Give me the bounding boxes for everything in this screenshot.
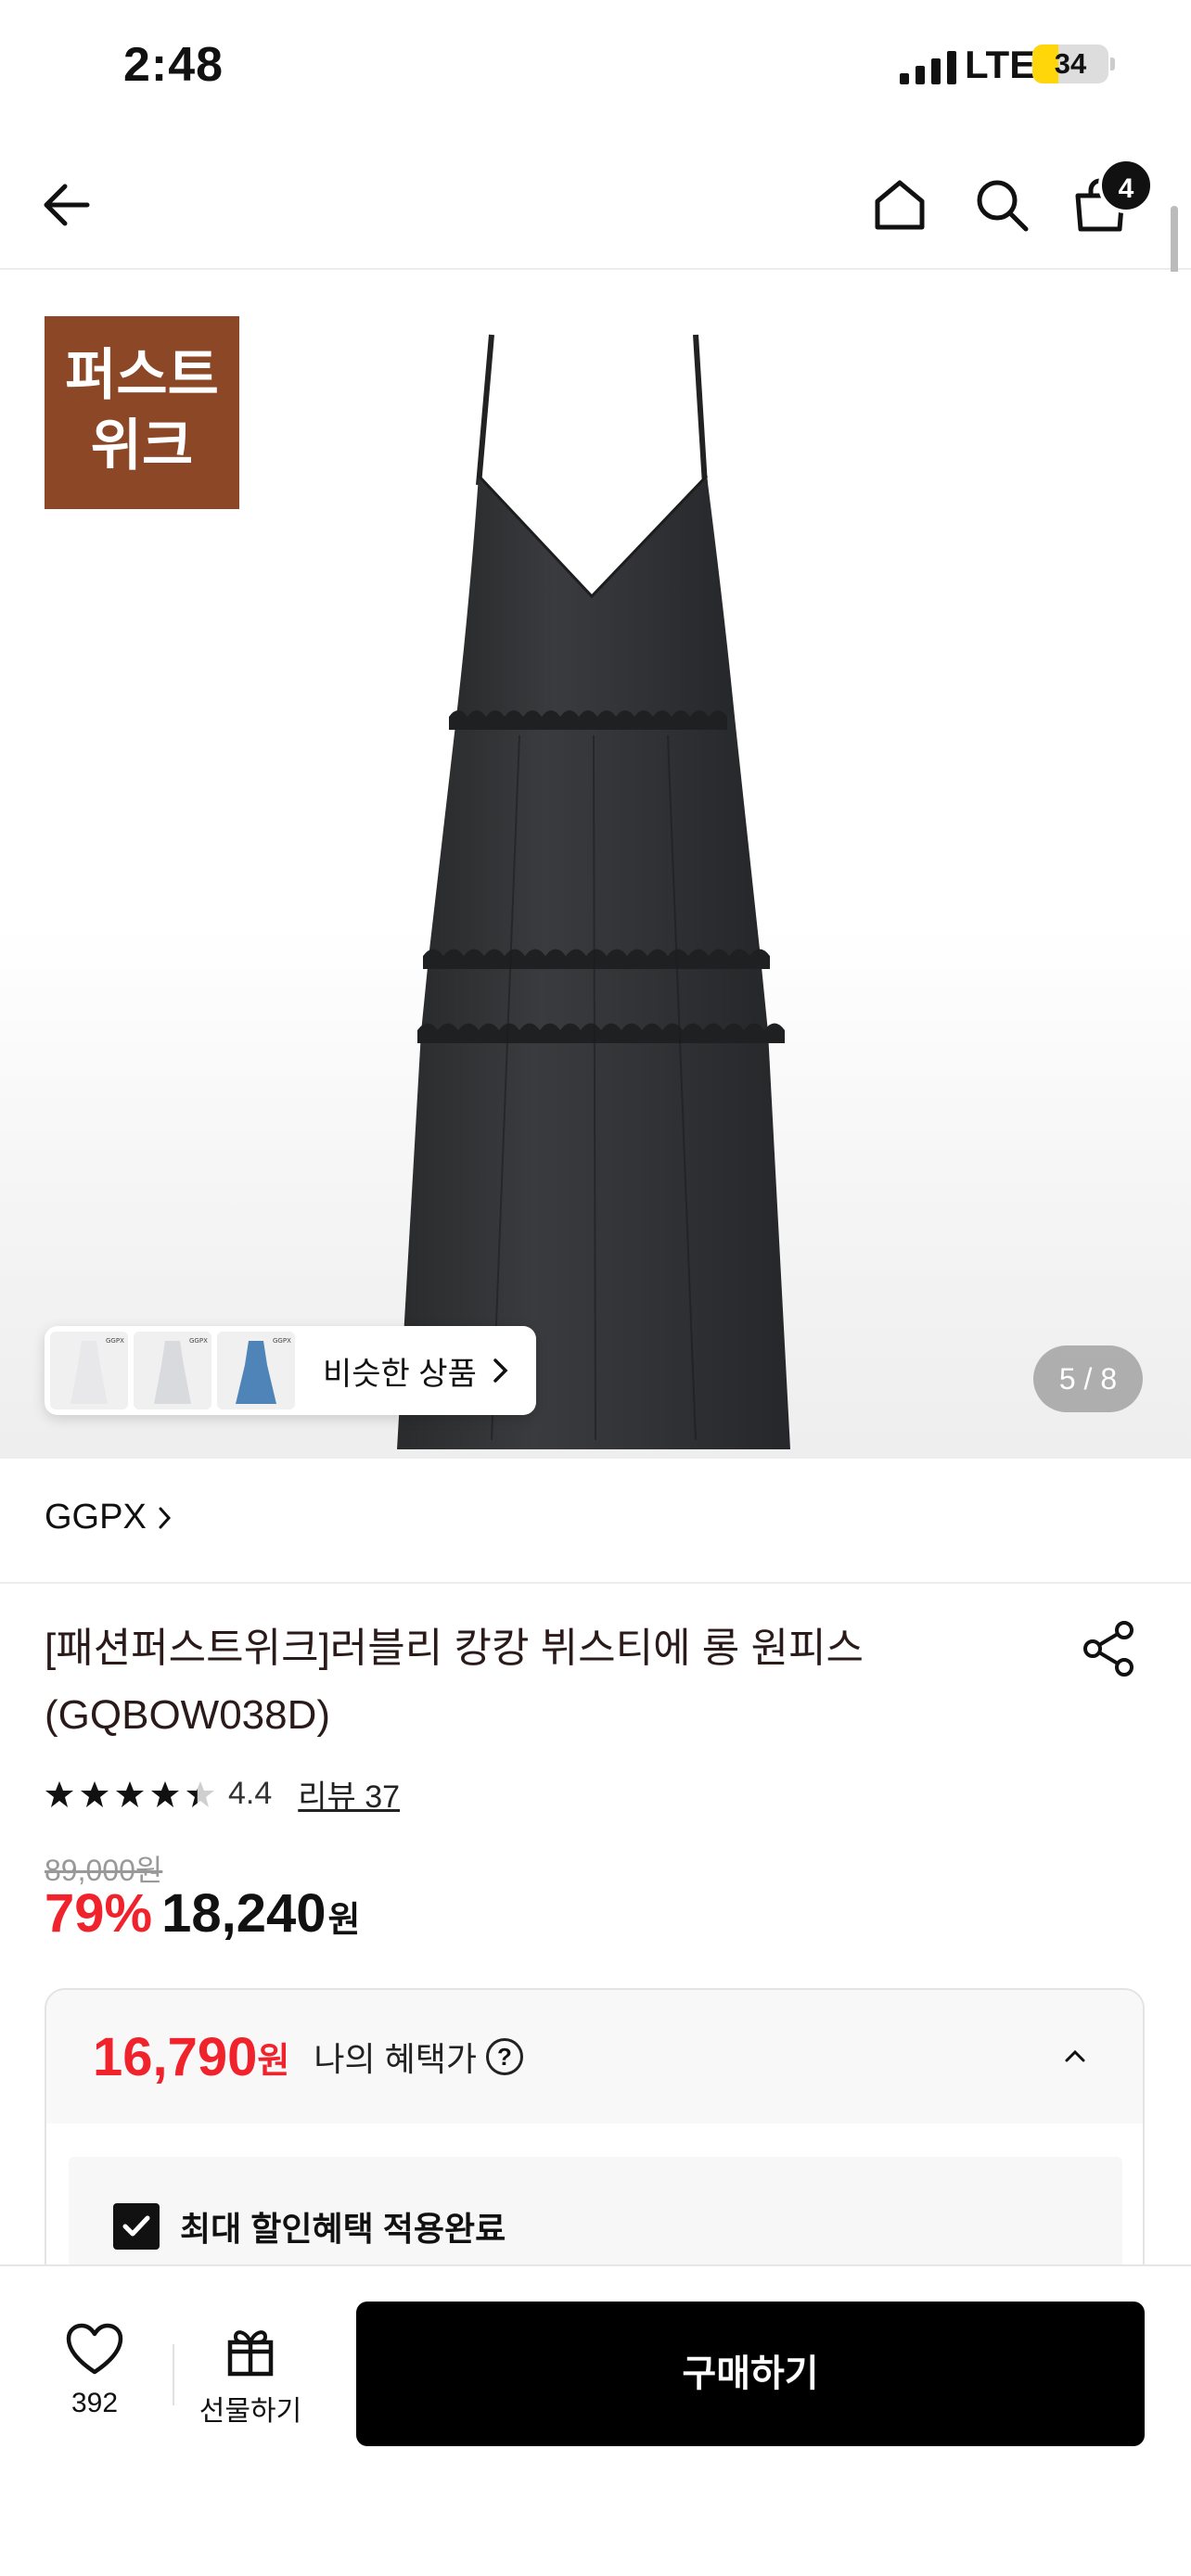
star-icon bbox=[81, 1780, 109, 1807]
home-icon bbox=[875, 180, 925, 230]
search-icon bbox=[977, 180, 1029, 232]
chevron-up-icon[interactable] bbox=[1061, 2042, 1089, 2070]
discount-rate: 79% bbox=[45, 1883, 153, 1944]
similar-products-label: 비슷한 상품 bbox=[323, 1356, 477, 1392]
chevron-right-icon bbox=[493, 1358, 508, 1383]
gift-icon bbox=[227, 2330, 274, 2377]
star-icon bbox=[186, 1780, 214, 1807]
network-label: LTE bbox=[965, 43, 1036, 86]
status-bar: 2:48 LTE 34 bbox=[0, 0, 1191, 130]
share-button[interactable] bbox=[1080, 1619, 1139, 1678]
gift-button[interactable]: 선물하기 bbox=[186, 2322, 315, 2429]
signal-icon bbox=[900, 51, 956, 84]
chevron-right-icon bbox=[159, 1507, 171, 1528]
heart-icon bbox=[66, 2323, 123, 2375]
similar-thumb-grey-dress: GGPX bbox=[134, 1332, 211, 1409]
arrow-left-icon bbox=[44, 184, 90, 226]
sale-price: 18,240 bbox=[161, 1883, 327, 1944]
rating-score: 4.4 bbox=[228, 1776, 273, 1811]
max-discount-applied-label: 최대 할인혜택 적용완료 bbox=[180, 2210, 506, 2248]
star-icon bbox=[151, 1780, 179, 1807]
battery-cap bbox=[1110, 57, 1115, 70]
product-title: [패션퍼스트위크]러블리 캉캉 뷔스티에 롱 원피스 (GQBOW038D) bbox=[45, 1626, 864, 1738]
home-button[interactable] bbox=[863, 168, 937, 242]
checkbox-checked-icon[interactable] bbox=[113, 2203, 160, 2250]
search-button[interactable] bbox=[965, 168, 1039, 242]
battery-level: 34 bbox=[1054, 47, 1087, 80]
similar-products-button[interactable]: GGPX GGPX GGPX 비슷한 상품 bbox=[45, 1326, 536, 1415]
badge-line-1: 퍼스트 bbox=[65, 343, 219, 408]
top-nav bbox=[0, 144, 1191, 270]
divider bbox=[173, 2344, 174, 2405]
back-button[interactable] bbox=[30, 168, 104, 242]
battery-icon: 34 bbox=[1032, 45, 1108, 83]
svg-text:GGPX: GGPX bbox=[273, 1337, 291, 1345]
image-pager: 5 / 8 bbox=[1033, 1345, 1143, 1412]
first-week-badge: 퍼스트 위크 bbox=[45, 316, 239, 509]
badge-line-2: 위크 bbox=[90, 414, 194, 478]
svg-text:GGPX: GGPX bbox=[106, 1337, 124, 1345]
gift-label: 선물하기 bbox=[198, 2396, 302, 2427]
benefit-currency: 원 bbox=[257, 2041, 290, 2081]
star-icon bbox=[45, 1780, 73, 1807]
reviews-link[interactable]: 리뷰 37 bbox=[298, 1771, 400, 1817]
similar-thumb-blue-dress: GGPX bbox=[217, 1332, 295, 1409]
share-icon bbox=[1083, 1621, 1133, 1677]
product-page: 2:48 LTE 34 4 퍼스트 위크 GGPX GGPX GGPX 비슷한 … bbox=[0, 0, 1191, 2576]
benefit-label: 나의 혜택가 bbox=[314, 2040, 477, 2078]
brand-link[interactable]: GGPX bbox=[45, 1498, 173, 1537]
product-image-gallery[interactable]: 퍼스트 위크 GGPX GGPX GGPX 비슷한 상품 5 / 8 bbox=[0, 272, 1191, 1459]
brand-name: GGPX bbox=[45, 1498, 147, 1537]
divider bbox=[0, 1582, 1191, 1584]
like-count: 392 bbox=[70, 2388, 119, 2418]
product-image-dress bbox=[397, 334, 790, 1449]
buy-button[interactable]: 구매하기 bbox=[356, 2302, 1145, 2446]
like-button[interactable]: 392 bbox=[46, 2322, 143, 2419]
price-row: 79% 18,240 원 bbox=[45, 1882, 360, 1945]
benefit-toggle[interactable]: 16,790 원 나의 혜택가 ? bbox=[46, 1990, 1143, 2123]
status-time: 2:48 bbox=[123, 38, 224, 92]
help-icon[interactable]: ? bbox=[485, 2038, 523, 2075]
bottom-action-bar: 392 선물하기 구매하기 bbox=[0, 2264, 1191, 2576]
benefit-price: 16,790 bbox=[93, 2026, 258, 2087]
currency-label: 원 bbox=[327, 1901, 361, 1940]
rating-row: 4.4 리뷰 37 bbox=[45, 1771, 400, 1817]
svg-text:GGPX: GGPX bbox=[189, 1337, 208, 1345]
star-icon bbox=[116, 1780, 144, 1807]
star-rating bbox=[45, 1779, 215, 1809]
similar-thumb-white-dress: GGPX bbox=[50, 1332, 128, 1409]
cart-count-badge: 4 bbox=[1098, 158, 1154, 213]
